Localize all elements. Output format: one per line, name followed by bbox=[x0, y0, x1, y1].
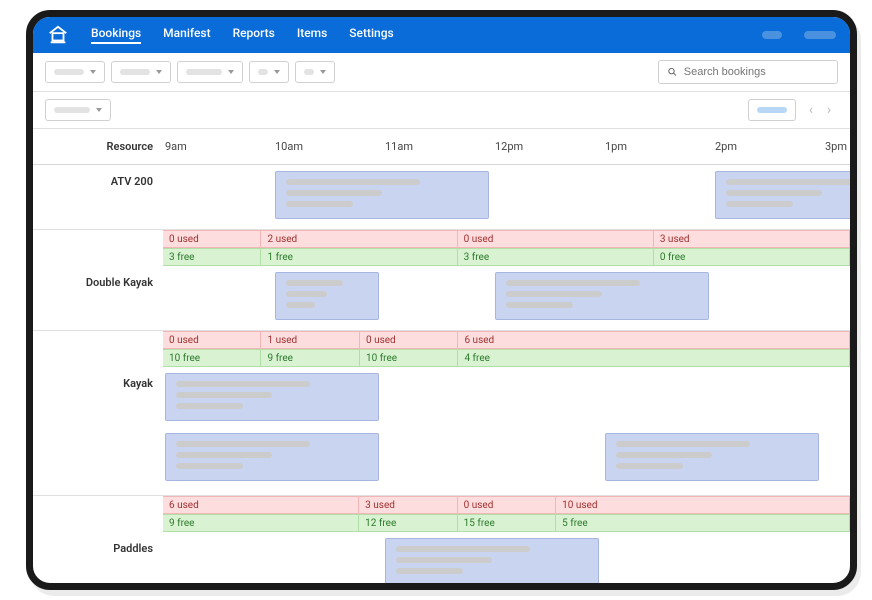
booking-event[interactable] bbox=[165, 373, 379, 421]
date-bar: ‹ › bbox=[33, 92, 850, 129]
resource-row: Kayak bbox=[33, 367, 850, 496]
free-cell: 9 free bbox=[163, 514, 359, 532]
nav-reports[interactable]: Reports bbox=[233, 26, 275, 44]
time-header: 10am bbox=[273, 129, 383, 164]
used-cell: 3 used bbox=[654, 230, 850, 248]
booking-event[interactable] bbox=[165, 433, 379, 481]
chevron-down-icon bbox=[156, 70, 162, 74]
resource-row: Double Kayak bbox=[33, 266, 850, 331]
prev-button[interactable]: ‹ bbox=[802, 99, 820, 121]
used-cell: 2 used bbox=[261, 230, 457, 248]
used-cell: 6 used bbox=[163, 496, 359, 514]
used-cell: 1 used bbox=[261, 331, 359, 349]
free-cell: 3 free bbox=[163, 248, 261, 266]
status-row-free: 9 free12 free15 free5 free bbox=[33, 514, 850, 532]
schedule-grid: Resource 9am10am11am12pm1pm2pm3pm ATV 20… bbox=[33, 129, 850, 583]
filter-dropdown[interactable] bbox=[45, 61, 105, 83]
logo-icon bbox=[47, 24, 69, 46]
free-cell: 1 free bbox=[261, 248, 457, 266]
used-cell: 0 used bbox=[163, 230, 261, 248]
status-row-used: 6 used3 used0 used10 used bbox=[33, 496, 850, 514]
time-header: 3pm bbox=[823, 129, 850, 164]
time-header: 1pm bbox=[603, 129, 713, 164]
free-cell: 3 free bbox=[458, 248, 654, 266]
filter-dropdown[interactable] bbox=[111, 61, 171, 83]
resource-name: Kayak bbox=[33, 367, 163, 495]
booking-event[interactable] bbox=[385, 538, 599, 583]
used-cell: 0 used bbox=[458, 230, 654, 248]
filter-dropdown[interactable] bbox=[295, 61, 335, 83]
chevron-down-icon bbox=[228, 70, 234, 74]
nav-items[interactable]: Items bbox=[297, 26, 327, 44]
used-cell: 0 used bbox=[458, 496, 556, 514]
resource-name: Double Kayak bbox=[33, 266, 163, 330]
resource-name: Paddles bbox=[33, 532, 163, 583]
search-field[interactable] bbox=[658, 60, 838, 84]
search-icon bbox=[667, 66, 678, 78]
chevron-down-icon bbox=[96, 108, 102, 112]
free-cell: 9 free bbox=[261, 349, 359, 367]
filter-bar bbox=[33, 53, 850, 92]
time-header: 11am bbox=[383, 129, 493, 164]
free-cell: 10 free bbox=[360, 349, 458, 367]
booking-event[interactable] bbox=[495, 272, 709, 320]
status-row-free: 10 free9 free10 free4 free bbox=[33, 349, 850, 367]
status-row-used: 0 used2 used0 used3 used bbox=[33, 230, 850, 248]
free-cell: 0 free bbox=[654, 248, 850, 266]
time-header: 9am bbox=[163, 129, 273, 164]
resource-row: ATV 200 bbox=[33, 165, 850, 230]
nav-bookings[interactable]: Bookings bbox=[91, 26, 141, 44]
used-cell: 0 used bbox=[360, 331, 458, 349]
free-cell: 12 free bbox=[359, 514, 457, 532]
free-cell: 5 free bbox=[556, 514, 850, 532]
filter-dropdown[interactable] bbox=[249, 61, 289, 83]
resource-row: Paddles bbox=[33, 532, 850, 583]
booking-event[interactable] bbox=[715, 171, 850, 219]
time-header: 12pm bbox=[493, 129, 603, 164]
date-button[interactable] bbox=[748, 99, 796, 121]
resource-name: ATV 200 bbox=[33, 165, 163, 229]
filter-dropdown[interactable] bbox=[177, 61, 243, 83]
free-cell: 15 free bbox=[458, 514, 556, 532]
view-dropdown[interactable] bbox=[45, 99, 111, 121]
resource-header: Resource bbox=[33, 129, 163, 164]
search-input[interactable] bbox=[684, 66, 829, 78]
chevron-down-icon bbox=[90, 70, 96, 74]
nav-placeholder-pill bbox=[804, 31, 836, 39]
used-cell: 3 used bbox=[359, 496, 457, 514]
top-nav: Bookings Manifest Reports Items Settings bbox=[33, 17, 850, 53]
nav-settings[interactable]: Settings bbox=[349, 26, 393, 44]
status-row-free: 3 free1 free3 free0 free bbox=[33, 248, 850, 266]
booking-event[interactable] bbox=[275, 171, 489, 219]
chevron-down-icon bbox=[274, 70, 280, 74]
used-cell: 6 used bbox=[458, 331, 850, 349]
next-button[interactable]: › bbox=[820, 99, 838, 121]
used-cell: 0 used bbox=[163, 331, 261, 349]
free-cell: 10 free bbox=[163, 349, 261, 367]
nav-manifest[interactable]: Manifest bbox=[163, 26, 210, 44]
booking-event[interactable] bbox=[605, 433, 819, 481]
status-row-used: 0 used1 used0 used6 used bbox=[33, 331, 850, 349]
nav-placeholder-pill bbox=[762, 31, 782, 39]
free-cell: 4 free bbox=[458, 349, 850, 367]
booking-event[interactable] bbox=[275, 272, 379, 320]
time-header: 2pm bbox=[713, 129, 823, 164]
chevron-down-icon bbox=[320, 70, 326, 74]
used-cell: 10 used bbox=[556, 496, 850, 514]
